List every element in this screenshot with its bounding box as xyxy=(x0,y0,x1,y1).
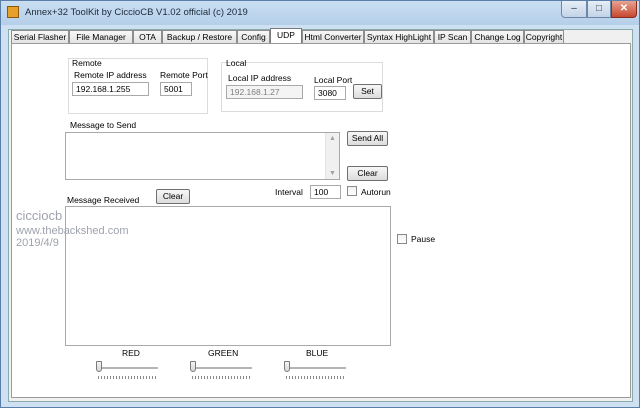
tab-change-log[interactable]: Change Log xyxy=(471,30,524,43)
pause-checkbox[interactable] xyxy=(397,234,407,244)
tab-ip-scan[interactable]: IP Scan xyxy=(434,30,471,43)
local-ip-input: 192.168.1.27 xyxy=(226,85,303,99)
blue-slider-thumb[interactable] xyxy=(284,361,290,372)
minimize-icon[interactable]: – xyxy=(561,1,587,18)
send-all-button[interactable]: Send All xyxy=(347,131,388,146)
green-slider-ticks xyxy=(192,376,252,379)
tab-syntax-highlight[interactable]: Syntax HighLight xyxy=(364,30,434,43)
pause-label: Pause xyxy=(411,234,436,244)
remote-group-label: Remote xyxy=(72,58,102,68)
local-ip-label: Local IP address xyxy=(228,73,292,83)
watermark-site: www.thebackshed.com xyxy=(16,225,129,237)
local-group-label: Local xyxy=(226,58,247,68)
maximize-icon[interactable]: □ xyxy=(587,1,611,18)
set-button[interactable]: Set xyxy=(353,84,382,99)
remote-port-input[interactable]: 5001 xyxy=(160,82,192,96)
tab-file-manager[interactable]: File Manager xyxy=(69,30,133,43)
tab-html-converter[interactable]: Html Converter xyxy=(302,30,364,43)
scroll-down-icon[interactable]: ▼ xyxy=(326,170,339,177)
tab-serial-flasher[interactable]: Serial Flasher xyxy=(11,30,69,43)
local-port-label: Local Port xyxy=(314,75,353,85)
udp-panel: Remote Remote IP address 192.168.1.255 R… xyxy=(11,43,631,398)
blue-slider-ticks xyxy=(286,376,346,379)
autorun-label: Autorun xyxy=(361,187,391,197)
green-slider-thumb[interactable] xyxy=(190,361,196,372)
tab-ota[interactable]: OTA xyxy=(133,30,162,43)
watermark-date: 2019/4/9 xyxy=(16,237,59,249)
send-scrollbar[interactable]: ▲ ▼ xyxy=(325,133,339,179)
interval-input[interactable]: 100 xyxy=(310,185,341,199)
message-received-label: Message Received xyxy=(67,195,140,205)
message-to-send-input[interactable]: ▲ ▼ xyxy=(65,132,340,180)
green-label: GREEN xyxy=(208,348,239,358)
message-to-send-label: Message to Send xyxy=(70,120,137,130)
blue-label: BLUE xyxy=(306,348,329,358)
blue-slider-track xyxy=(286,367,346,369)
blue-slider[interactable] xyxy=(284,360,348,380)
red-label: RED xyxy=(122,348,140,358)
clear-send-button[interactable]: Clear xyxy=(347,166,388,181)
interval-label: Interval xyxy=(275,187,303,197)
clear-received-button[interactable]: Clear xyxy=(156,189,190,204)
title-bar[interactable]: Annex+32 ToolKit by CiccioCB V1.02 offic… xyxy=(1,1,639,25)
red-slider[interactable] xyxy=(96,360,160,380)
red-slider-thumb[interactable] xyxy=(96,361,102,372)
red-slider-ticks xyxy=(98,376,158,379)
app-icon xyxy=(7,6,19,18)
green-slider[interactable] xyxy=(190,360,254,380)
scroll-up-icon[interactable]: ▲ xyxy=(326,135,339,142)
app-window: Annex+32 ToolKit by CiccioCB V1.02 offic… xyxy=(0,0,640,408)
watermark-author: cicciocb xyxy=(16,208,63,223)
close-icon[interactable]: ✕ xyxy=(611,1,637,18)
red-slider-track xyxy=(98,367,158,369)
remote-ip-label: Remote IP address xyxy=(74,70,147,80)
window-title: Annex+32 ToolKit by CiccioCB V1.02 offic… xyxy=(25,7,248,18)
tab-copyright[interactable]: Copyright xyxy=(524,30,564,43)
local-port-input[interactable]: 3080 xyxy=(314,86,346,100)
autorun-checkbox[interactable] xyxy=(347,186,357,196)
remote-port-label: Remote Port xyxy=(160,70,208,80)
tab-config[interactable]: Config xyxy=(237,30,270,43)
tab-udp[interactable]: UDP xyxy=(270,28,302,43)
remote-ip-input[interactable]: 192.168.1.255 xyxy=(72,82,149,96)
tab-backup-restore[interactable]: Backup / Restore xyxy=(162,30,237,43)
green-slider-track xyxy=(192,367,252,369)
